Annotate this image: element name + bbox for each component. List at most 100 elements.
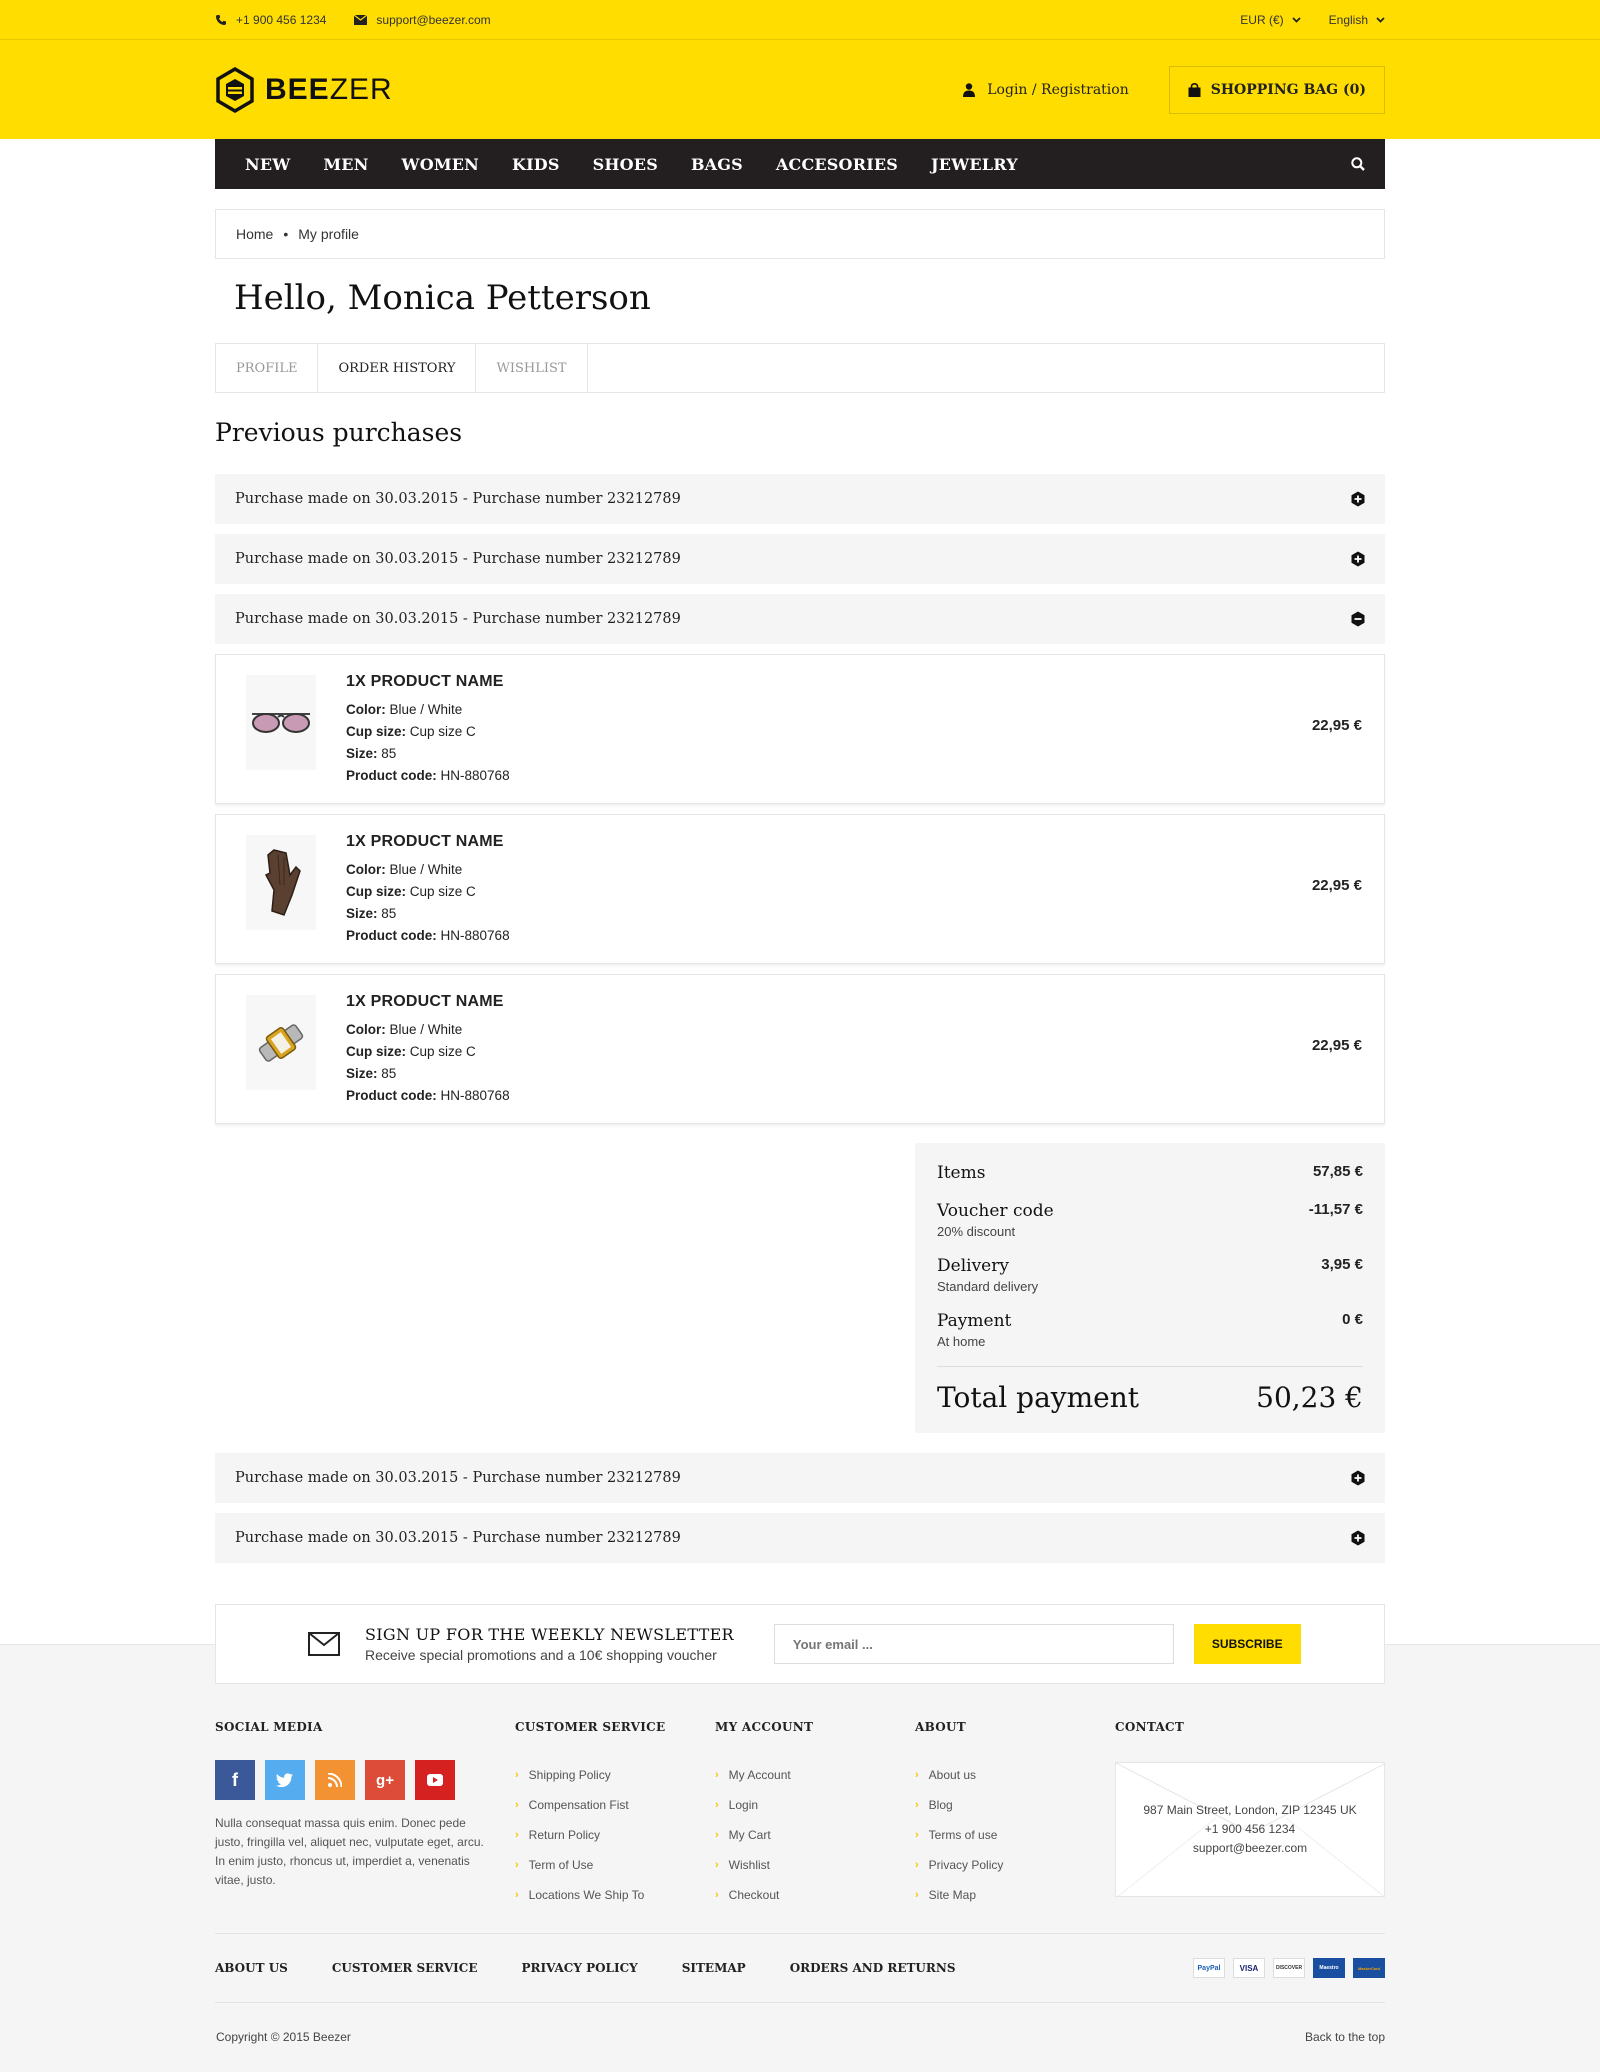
google-plus-button[interactable]: g+: [365, 1760, 405, 1800]
tab-order-history[interactable]: ORDER HISTORY: [318, 344, 477, 392]
product-code: Product code: HN-880768: [346, 1088, 510, 1103]
breadcrumb-home[interactable]: Home: [236, 226, 273, 242]
nav-men[interactable]: MEN: [323, 155, 368, 174]
phone-contact[interactable]: +1 900 456 1234: [215, 13, 326, 27]
search-button[interactable]: [1351, 157, 1365, 171]
phone-icon: [216, 15, 226, 25]
back-to-top-link[interactable]: Back to the top: [1305, 2030, 1385, 2044]
summary-payment: Payment At home 0 €: [937, 1311, 1363, 1349]
footer-link[interactable]: › Checkout: [715, 1880, 813, 1910]
twitter-button[interactable]: [265, 1760, 305, 1800]
nav-shoes[interactable]: SHOES: [593, 155, 658, 174]
footer-about-text: Nulla consequat massa quis enim. Donec p…: [215, 1816, 484, 1887]
product-color: Color: Blue / White: [346, 862, 463, 877]
footer-nav-customer-service[interactable]: CUSTOMER SERVICE: [332, 1961, 478, 1975]
youtube-icon: [427, 1774, 443, 1786]
footer-link[interactable]: › Blog: [915, 1790, 1003, 1820]
footer-link[interactable]: › Return Policy: [515, 1820, 665, 1850]
nav-new[interactable]: NEW: [245, 155, 290, 174]
site-logo[interactable]: BEEZER: [215, 66, 393, 113]
site-header: BEEZER Login / Registration SHOPPING BAG…: [0, 40, 1600, 139]
purchase-accordion[interactable]: Purchase made on 30.03.2015 - Purchase n…: [215, 1513, 1385, 1563]
product-name: 1X PRODUCT NAME: [346, 673, 504, 690]
purchase-accordion[interactable]: Purchase made on 30.03.2015 - Purchase n…: [215, 534, 1385, 584]
footer-link[interactable]: › Login: [715, 1790, 813, 1820]
order-item: 1X PRODUCT NAME Color: Blue / White Cup …: [215, 654, 1385, 804]
tab-profile[interactable]: PROFILE: [216, 344, 319, 392]
footer-link[interactable]: › Term of Use: [515, 1850, 665, 1880]
currency-select[interactable]: EUR (€): [1240, 13, 1301, 27]
logo-text: BEEZER: [265, 72, 393, 106]
contact-card: 987 Main Street, London, ZIP 12345 UK +1…: [1115, 1762, 1385, 1897]
nav-accesories[interactable]: ACCESORIES: [776, 155, 898, 174]
product-size: Size: 85: [346, 1066, 397, 1081]
footer-heading: MY ACCOUNT: [715, 1720, 814, 1734]
product-size: Size: 85: [346, 746, 397, 761]
purchase-label: Purchase made on 30.03.2015 - Purchase n…: [235, 1470, 681, 1486]
footer-link[interactable]: › My Cart: [715, 1820, 813, 1850]
youtube-button[interactable]: [415, 1760, 455, 1800]
footer-link[interactable]: › Wishlist: [715, 1850, 813, 1880]
nav-women[interactable]: WOMEN: [402, 155, 479, 174]
footer-link[interactable]: › About us: [915, 1760, 1003, 1790]
sunglasses-image[interactable]: [246, 675, 316, 770]
newsletter-email-input[interactable]: [773, 1624, 1174, 1664]
expand-icon: [1351, 551, 1365, 567]
facebook-icon: f: [232, 1769, 238, 1790]
footer-heading: ABOUT: [915, 1720, 967, 1734]
footer-link[interactable]: › Site Map: [915, 1880, 1003, 1910]
footer-nav-orders-returns[interactable]: ORDERS AND RETURNS: [790, 1961, 956, 1975]
language-select[interactable]: English: [1329, 13, 1385, 27]
breadcrumb: Home • My profile: [215, 209, 1385, 259]
contact-email[interactable]: support@beezer.com: [1193, 1839, 1307, 1858]
chevron-right-icon: ›: [515, 1889, 519, 1901]
summary-total: Total payment 50,23 €: [937, 1381, 1363, 1414]
user-icon: [963, 82, 976, 97]
summary-delivery: Delivery Standard delivery 3,95 €: [937, 1256, 1363, 1294]
watch-image[interactable]: [246, 995, 316, 1090]
google-plus-icon: g+: [376, 1771, 394, 1789]
footer-link[interactable]: › Shipping Policy: [515, 1760, 665, 1790]
newsletter-subtitle: Receive special promotions and a 10€ sho…: [365, 1647, 717, 1663]
hexagon-logo-icon: [216, 66, 254, 113]
purchase-accordion[interactable]: Purchase made on 30.03.2015 - Purchase n…: [215, 474, 1385, 524]
footer-nav-about[interactable]: ABOUT US: [215, 1961, 288, 1975]
tab-wishlist[interactable]: WISHLIST: [476, 344, 588, 392]
footer-nav-privacy[interactable]: PRIVACY POLICY: [521, 1961, 637, 1975]
shopping-bag-button[interactable]: SHOPPING BAG (0): [1168, 65, 1385, 114]
email-contact[interactable]: support@beezer.com: [354, 13, 491, 27]
login-link[interactable]: Login / Registration: [963, 82, 1129, 98]
footer-link[interactable]: › Locations We Ship To: [515, 1880, 665, 1910]
nav-bags[interactable]: BAGS: [691, 155, 743, 174]
footer-link[interactable]: › My Account: [715, 1760, 813, 1790]
product-cup-size: Cup size: Cup size C: [346, 1044, 476, 1059]
contact-phone[interactable]: +1 900 456 1234: [1205, 1820, 1295, 1839]
page-title: Hello, Monica Petterson: [234, 278, 651, 318]
expand-icon: [1351, 1470, 1365, 1486]
language-label: English: [1328, 13, 1368, 27]
facebook-button[interactable]: f: [215, 1760, 255, 1800]
footer-link[interactable]: › Privacy Policy: [915, 1850, 1003, 1880]
product-code: Product code: HN-880768: [346, 768, 510, 783]
payment-methods: PayPal VISA DISCOVER Maestro MasterCard: [1185, 1958, 1385, 1978]
product-name: 1X PRODUCT NAME: [346, 993, 504, 1010]
product-price: 22,95 €: [1311, 1037, 1362, 1054]
footer-nav-sitemap[interactable]: SITEMAP: [682, 1961, 746, 1975]
gloves-image[interactable]: [246, 835, 316, 930]
purchase-accordion[interactable]: Purchase made on 30.03.2015 - Purchase n…: [215, 1453, 1385, 1503]
breadcrumb-separator: •: [283, 226, 289, 242]
envelope-icon: [308, 1632, 340, 1656]
twitter-icon: [276, 1772, 293, 1787]
subscribe-button[interactable]: SUBSCRIBE: [1193, 1624, 1301, 1664]
footer-link[interactable]: › Terms of use: [915, 1820, 1003, 1850]
footer-heading: CONTACT: [1115, 1720, 1185, 1734]
product-cup-size: Cup size: Cup size C: [346, 724, 476, 739]
summary-divider: [937, 1366, 1363, 1367]
discover-icon: DISCOVER: [1273, 1958, 1305, 1978]
purchase-accordion-open[interactable]: Purchase made on 30.03.2015 - Purchase n…: [215, 594, 1385, 644]
footer-link[interactable]: › Compensation Fist: [515, 1790, 665, 1820]
nav-jewelry[interactable]: JEWELRY: [931, 155, 1018, 174]
nav-kids[interactable]: KIDS: [512, 155, 560, 174]
order-item: 1X PRODUCT NAME Color: Blue / White Cup …: [215, 974, 1385, 1124]
rss-button[interactable]: [315, 1760, 355, 1800]
